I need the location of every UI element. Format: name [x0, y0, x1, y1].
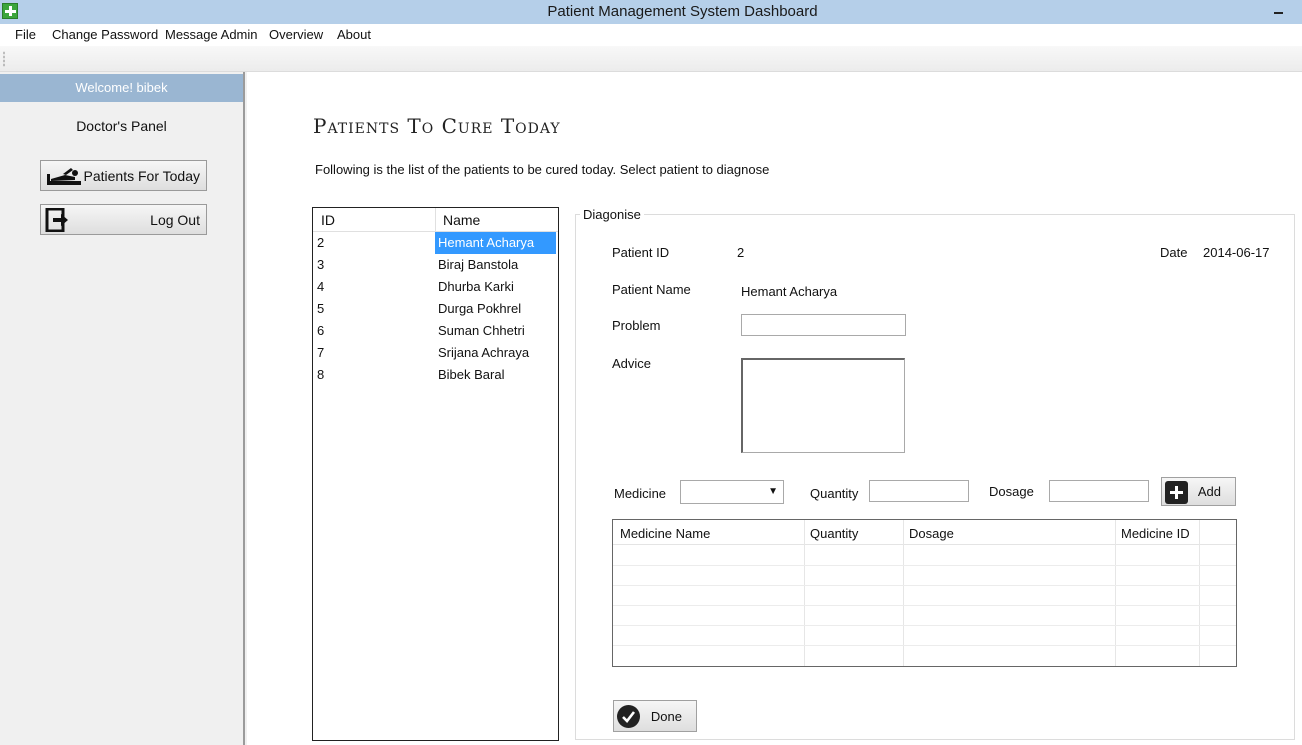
patient-name-cell: Durga Pokhrel: [438, 301, 522, 316]
table-row-line: [613, 645, 1236, 646]
window-title: Patient Management System Dashboard: [547, 3, 818, 20]
main-content: Patients To Cure Today Following is the …: [247, 72, 1302, 745]
add-medicine-button[interactable]: Add: [1161, 477, 1236, 506]
logout-icon: [45, 207, 85, 233]
patient-list-header: ID Name: [313, 208, 558, 232]
dosage-label: Dosage: [989, 484, 1034, 499]
page-instructions: Following is the list of the patients to…: [315, 162, 770, 177]
patient-id-label: Patient ID: [612, 245, 670, 260]
menu-bar: File Change Password Message Admin Overv…: [0, 24, 1302, 46]
patient-id-cell: 2: [317, 235, 325, 250]
menu-file[interactable]: File: [15, 27, 36, 42]
diagnose-group-title: Diagonise: [580, 207, 644, 222]
quantity-label: Quantity: [810, 486, 859, 501]
patient-name-cell: Biraj Banstola: [438, 257, 519, 272]
table-row-line: [613, 585, 1236, 586]
done-button[interactable]: Done: [613, 700, 697, 732]
patient-id-cell: 8: [317, 367, 325, 382]
medicine-table[interactable]: Medicine Name Quantity Dosage Medicine I…: [612, 519, 1237, 667]
patient-bed-icon: [45, 164, 85, 188]
patient-name-cell: Dhurba Karki: [438, 279, 514, 294]
patient-name-cell: Hemant Acharya: [435, 232, 556, 254]
panel-title: Doctor's Panel: [76, 118, 167, 134]
minimize-icon[interactable]: [1272, 3, 1286, 19]
menu-message-admin[interactable]: Message Admin: [165, 27, 258, 42]
patient-name-cell: Suman Chhetri: [438, 323, 525, 338]
toolstrip-grip[interactable]: [3, 51, 5, 67]
patient-id-cell: 5: [317, 301, 325, 316]
patient-name-cell: Srijana Achraya: [438, 345, 530, 360]
sidebar: Welcome! bibek Doctor's Panel Patients F…: [0, 72, 245, 745]
advice-label: Advice: [612, 356, 652, 371]
patient-name-cell: Bibek Baral: [438, 367, 505, 382]
column-separator: [435, 208, 436, 232]
patient-row[interactable]: 8 Bibek Baral: [313, 364, 558, 386]
menu-overview[interactable]: Overview: [269, 27, 323, 42]
patient-id-cell: 3: [317, 257, 325, 272]
date-value: 2014-06-17: [1203, 245, 1270, 260]
patient-row[interactable]: 6 Suman Chhetri: [313, 320, 558, 342]
problem-label: Problem: [612, 318, 661, 333]
menu-change-password[interactable]: Change Password: [52, 27, 158, 42]
page-title: Patients To Cure Today: [313, 114, 561, 138]
log-out-label: Log Out: [150, 212, 200, 228]
patients-for-today-label: Patients For Today: [83, 168, 200, 184]
problem-input[interactable]: [741, 314, 906, 336]
menu-about[interactable]: About: [337, 27, 371, 42]
dosage-input[interactable]: [1049, 480, 1149, 502]
patient-id-cell: 4: [317, 279, 325, 294]
patient-row[interactable]: 7 Srijana Achraya: [313, 342, 558, 364]
check-circle-icon: [617, 705, 640, 728]
patient-id-cell: 7: [317, 345, 325, 360]
medicine-label: Medicine: [614, 486, 667, 501]
column-header-medicine-name[interactable]: Medicine Name: [620, 526, 710, 541]
date-label: Date: [1160, 245, 1188, 260]
patient-row[interactable]: 4 Dhurba Karki: [313, 276, 558, 298]
advice-textarea[interactable]: [741, 358, 905, 453]
patient-id-cell: 6: [317, 323, 325, 338]
patient-id-value: 2: [737, 245, 745, 260]
column-header-id[interactable]: ID: [321, 212, 335, 228]
column-header-medicine-id[interactable]: Medicine ID: [1121, 526, 1190, 541]
done-label: Done: [650, 709, 682, 724]
patient-list[interactable]: ID Name 2 Hemant Acharya 3 Biraj Banstola 4 D…: [312, 207, 559, 741]
column-header-quantity[interactable]: Quantity: [810, 526, 858, 541]
table-row-line: [613, 625, 1236, 626]
log-out-button[interactable]: Log Out: [40, 204, 207, 235]
patient-row[interactable]: 2 Hemant Acharya: [313, 232, 558, 254]
table-row-line: [613, 605, 1236, 606]
title-bar: Patient Management System Dashboard: [0, 0, 1302, 24]
toolstrip: [0, 46, 1302, 72]
patient-name-label: Patient Name: [612, 282, 691, 297]
chevron-down-icon: ▼: [768, 486, 778, 497]
welcome-banner: Welcome! bibek: [0, 74, 243, 102]
medicine-table-header: Medicine Name Quantity Dosage Medicine I…: [613, 520, 1236, 545]
patient-row[interactable]: 5 Durga Pokhrel: [313, 298, 558, 320]
column-header-name[interactable]: Name: [443, 212, 480, 228]
patient-name-value: Hemant Acharya: [741, 284, 838, 299]
column-header-dosage[interactable]: Dosage: [909, 526, 954, 541]
plus-icon: [1165, 481, 1188, 504]
patient-row[interactable]: 3 Biraj Banstola: [313, 254, 558, 276]
patients-for-today-button[interactable]: Patients For Today: [40, 160, 207, 191]
quantity-input[interactable]: [869, 480, 969, 502]
medicine-select[interactable]: ▼: [680, 480, 784, 504]
add-medicine-label: Add: [1197, 484, 1221, 499]
table-row-line: [613, 565, 1236, 566]
